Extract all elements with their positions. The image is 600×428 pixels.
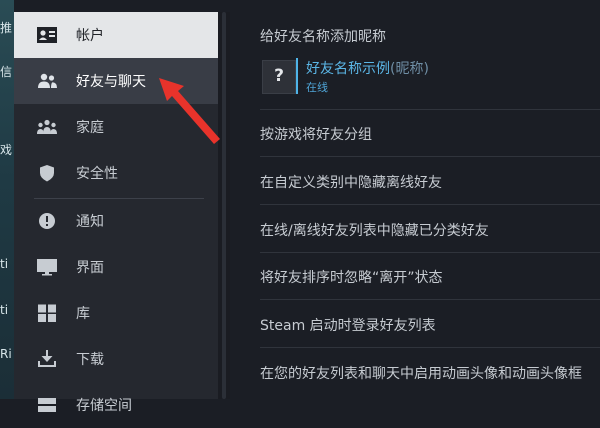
sidebar-item-security[interactable]: 安全性 <box>14 150 218 196</box>
setting-divider <box>260 252 600 253</box>
library-grid-icon <box>38 304 56 322</box>
avatar-placeholder: ? <box>274 66 284 86</box>
setting-animated-avatars[interactable]: 在您的好友列表和聊天中启用动画头像和动画头像框 <box>260 363 582 383</box>
setting-divider <box>260 299 600 300</box>
setting-divider <box>260 204 600 205</box>
online-status-bar <box>296 58 298 94</box>
account-card-icon <box>37 27 57 43</box>
alert-icon <box>39 213 55 229</box>
download-icon <box>38 350 56 367</box>
setting-nickname-title: 给好友名称添加昵称 <box>260 29 386 45</box>
sidebar-scrollbar[interactable] <box>218 12 230 399</box>
sidebar-item-label: 通知 <box>76 214 104 230</box>
example-friend-name: 好友名称示例(昵称) <box>306 58 429 78</box>
setting-ignore-away-status[interactable]: 将好友排序时忽略“离开”状态 <box>260 267 443 287</box>
sidebar-item-label: 库 <box>76 306 90 322</box>
example-friend-status: 在线 <box>306 81 328 94</box>
sidebar-item-notifications[interactable]: 通知 <box>14 198 218 244</box>
background-text-fragment: Ri <box>0 347 12 361</box>
setting-hide-categorized-friends[interactable]: 在线/离线好友列表中隐藏已分类好友 <box>260 220 489 240</box>
setting-group-by-game[interactable]: 按游戏将好友分组 <box>260 124 372 144</box>
setting-hide-offline-in-categories[interactable]: 在自定义类别中隐藏离线好友 <box>260 172 442 192</box>
sidebar-item-family[interactable]: 家庭 <box>14 104 218 150</box>
background-text-fragment: ti <box>0 257 9 271</box>
sidebar-item-storage[interactable]: 存储空间 <box>14 382 218 428</box>
sidebar-item-friends-chat[interactable]: 好友与聊天 <box>14 58 218 104</box>
sidebar-item-label: 家庭 <box>76 120 104 136</box>
sidebar-item-label: 安全性 <box>76 166 118 182</box>
monitor-icon <box>37 259 57 276</box>
friend-nickname: (昵称) <box>390 61 429 77</box>
friends-icon <box>38 73 57 88</box>
shield-icon <box>40 165 54 182</box>
scrollbar-thumb[interactable] <box>222 12 226 399</box>
sidebar-item-label: 下载 <box>76 352 104 368</box>
background-text-fragment: 信 <box>0 65 13 79</box>
sidebar-item-label: 存储空间 <box>76 398 132 414</box>
background-window-edge: 推 信 戏 ti ti Ri <box>0 0 14 399</box>
example-friend-avatar: ? <box>262 60 296 94</box>
setting-divider <box>260 156 600 157</box>
sidebar-item-downloads[interactable]: 下载 <box>14 336 218 382</box>
sidebar-item-account[interactable]: 帐户 <box>14 12 218 58</box>
sidebar-item-interface[interactable]: 界面 <box>14 244 218 290</box>
setting-sign-in-on-startup[interactable]: Steam 启动时登录好友列表 <box>260 315 436 335</box>
sidebar-item-label: 帐户 <box>76 28 104 44</box>
setting-divider <box>260 347 600 348</box>
friend-name: 好友名称示例 <box>306 61 390 77</box>
background-text-fragment: 戏 <box>0 143 13 157</box>
settings-sidebar: 帐户 好友与聊天 家庭 安全性 通知 界面 库 下载 存储空间 <box>14 12 218 414</box>
background-text-fragment: ti <box>0 303 9 317</box>
friends-chat-settings-panel: 给好友名称添加昵称 ? 好友名称示例(昵称) 在线 按游戏将好友分组 在自定义类… <box>230 0 600 399</box>
background-text-fragment: 推 <box>0 21 13 35</box>
setting-divider <box>260 109 600 110</box>
family-icon <box>37 119 57 134</box>
sidebar-item-label: 界面 <box>76 260 104 276</box>
sidebar-item-label: 好友与聊天 <box>76 74 146 90</box>
sidebar-item-library[interactable]: 库 <box>14 290 218 336</box>
